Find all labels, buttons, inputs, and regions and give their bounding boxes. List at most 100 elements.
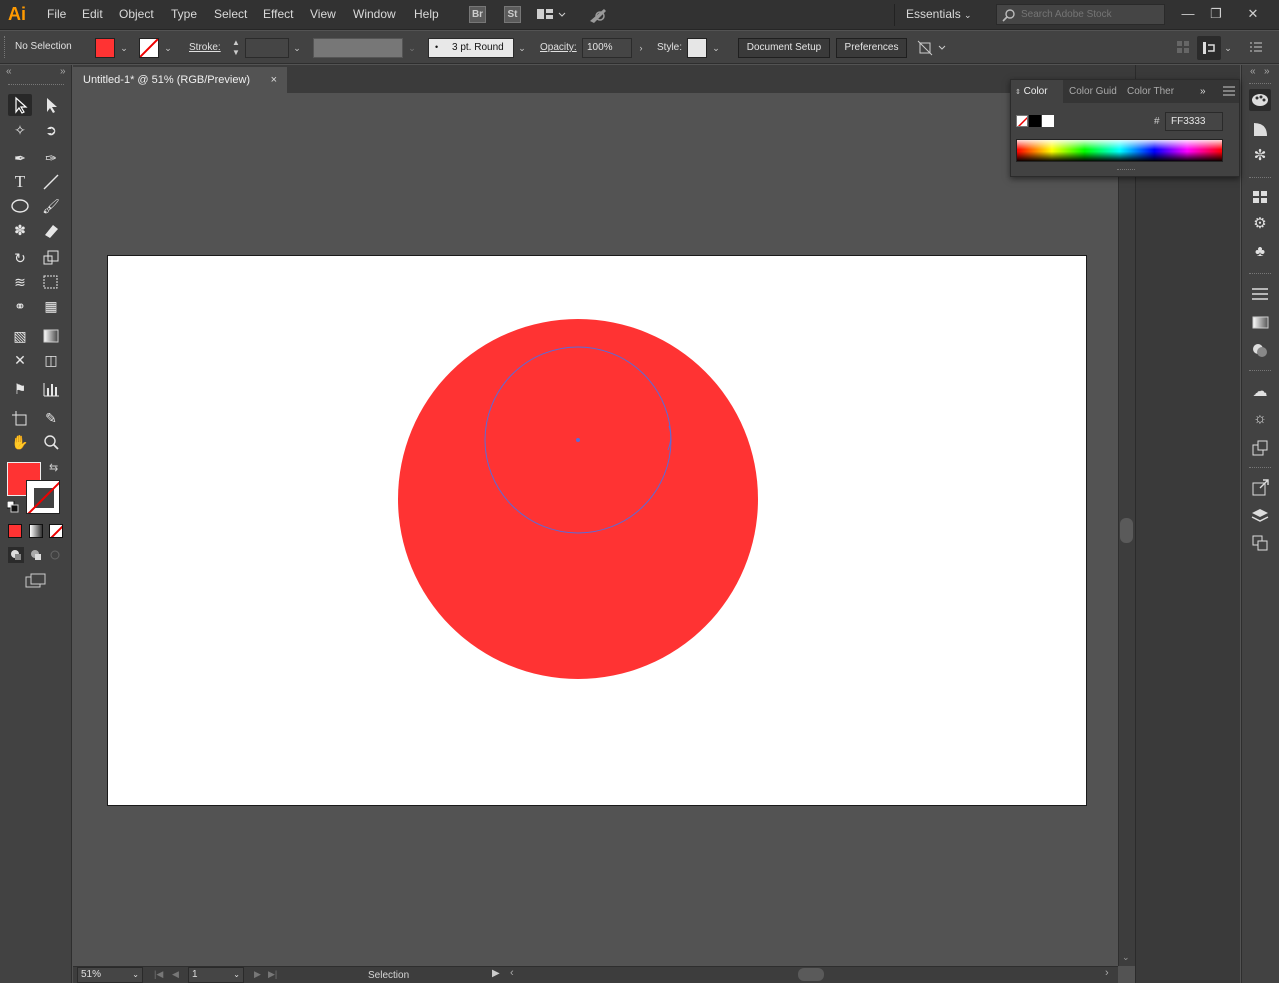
stroke-dropdown[interactable]: ⌄ [161,39,175,57]
canvas[interactable] [73,94,1118,966]
color-themes-button[interactable]: ✼ [1249,145,1271,167]
eraser-tool[interactable] [39,219,63,241]
magic-wand-tool[interactable]: ✧ [8,119,32,141]
panel-menu-button[interactable] [1223,86,1235,96]
bridge-button[interactable]: Br [469,6,486,23]
scale-tool[interactable] [39,247,63,269]
fill-swatch[interactable] [95,38,115,58]
brush-definition[interactable]: • 3 pt. Round [428,38,514,58]
artboards-button[interactable] [1249,532,1271,554]
stroke-weight-stepper[interactable]: ▲ ▼ [229,38,243,58]
gradient-mode-button[interactable] [29,524,43,538]
menu-select[interactable]: Select [214,7,247,21]
stroke-color-box[interactable] [26,480,60,514]
current-tool-status[interactable]: Selection [368,970,409,981]
collapse-dock-icon[interactable]: » [1264,66,1270,77]
next-artboard-button[interactable]: ▶ [254,969,261,980]
more-tabs-icon[interactable]: » [1200,80,1212,103]
hex-input[interactable]: FF3333 [1165,112,1223,131]
none-mode-button[interactable] [49,524,63,538]
gradient-panel-button[interactable] [1249,311,1271,333]
stroke-swatch[interactable] [139,38,159,58]
minimize-button[interactable]: — [1178,5,1198,23]
menu-edit[interactable]: Edit [82,7,103,21]
tab-color-guide[interactable]: Color Guid [1069,80,1119,103]
rotate-tool[interactable]: ↻ [8,247,32,269]
slice-tool[interactable]: ✎ [39,407,63,429]
panel-options-button[interactable] [1197,36,1221,60]
panel-resize-grip[interactable] [1117,169,1135,170]
gpu-performance-button[interactable] [587,5,609,25]
opacity-field[interactable]: 100% [582,38,632,58]
red-circle[interactable] [398,319,758,679]
artboard-tool[interactable] [8,407,32,429]
collapse-toolbar-icon[interactable]: « [6,66,12,77]
arrange-documents-button[interactable] [536,7,566,23]
artboard[interactable] [107,255,1087,806]
scroll-left-icon[interactable]: ‹ [510,967,514,979]
menu-help[interactable]: Help [414,7,439,21]
style-dropdown[interactable]: ⌄ [709,39,723,57]
paintbrush-tool[interactable]: 🖌 [39,195,63,217]
panel-options-dropdown[interactable]: ⌄ [1221,39,1235,57]
restore-button[interactable]: ❐ [1206,5,1226,23]
dock-grip[interactable] [1249,83,1271,85]
collapse-toolbar-right-icon[interactable]: » [60,66,66,77]
drawing-modes[interactable] [8,547,64,563]
color-guide-button[interactable] [1249,118,1271,140]
cc-libraries-button[interactable]: ☁ [1249,381,1271,403]
swap-fill-stroke-icon[interactable]: ⇆ [49,461,58,474]
horizontal-scroll-thumb[interactable] [798,968,824,981]
shape-builder-tool[interactable]: ⚭ [8,295,32,317]
opacity-arrow[interactable]: › [634,39,648,57]
eyedropper-tool[interactable]: ✕ [8,349,32,371]
color-mode-button[interactable] [8,524,22,538]
hand-tool[interactable]: ✋ [8,431,32,453]
layers-button[interactable] [1249,505,1271,527]
close-tab-icon[interactable]: × [271,67,277,93]
zoom-field[interactable]: 51% ⌄ [77,967,143,983]
last-artboard-button[interactable]: ▶| [268,969,277,980]
symbols-button[interactable]: ♣ [1249,241,1271,263]
lasso-tool[interactable]: ➲ [39,119,63,141]
document-setup-button[interactable]: Document Setup [738,38,830,58]
width-tool[interactable]: ≋ [8,271,32,293]
first-artboard-button[interactable]: |◀ [154,969,163,980]
none-swatch[interactable] [1016,115,1028,127]
gradient-tool[interactable] [39,325,63,347]
variable-width-profile[interactable] [313,38,403,58]
type-tool[interactable]: T [8,171,32,193]
stroke-weight-field[interactable] [245,38,289,58]
stroke-weight-dropdown[interactable]: ⌄ [290,39,304,57]
toolbar-grip[interactable] [8,84,64,85]
tab-color[interactable]: ⇕ Color [1011,80,1063,103]
perspective-grid-tool[interactable]: ▦ [39,295,63,317]
graphic-style-swatch[interactable] [687,38,707,58]
transform-button[interactable] [916,38,946,58]
profile-dropdown[interactable]: ⌄ [405,39,419,57]
export-button[interactable] [1249,477,1271,499]
brush-dropdown[interactable]: ⌄ [515,39,529,57]
line-segment-tool[interactable] [39,171,63,193]
grip-handle[interactable] [4,36,6,58]
menu-view[interactable]: View [310,7,336,21]
scroll-right-icon[interactable]: › [1105,967,1109,979]
opacity-label[interactable]: Opacity: [540,42,577,53]
blend-tool[interactable]: ◫ [39,349,63,371]
workspace-switcher[interactable]: Essentials ⌄ [906,7,972,21]
tab-color-themes[interactable]: Color Ther [1127,80,1177,103]
free-transform-tool[interactable] [39,271,63,293]
curvature-tool[interactable]: ✑ [39,147,63,169]
previous-artboard-button[interactable]: ◀ [172,969,179,980]
appearance-button[interactable]: ☼ [1249,408,1271,430]
expand-dock-icon[interactable]: « [1250,66,1256,77]
selection-tool[interactable] [8,94,32,116]
color-spectrum[interactable] [1016,139,1223,162]
vertical-scroll-thumb[interactable] [1120,518,1133,543]
menu-window[interactable]: Window [353,7,396,21]
brushes-button[interactable]: ⚙ [1249,213,1271,235]
shaper-tool[interactable]: ✽ [8,219,32,241]
graphic-styles-button[interactable] [1249,437,1271,459]
zoom-tool[interactable] [39,431,63,453]
direct-selection-tool[interactable] [39,94,63,116]
